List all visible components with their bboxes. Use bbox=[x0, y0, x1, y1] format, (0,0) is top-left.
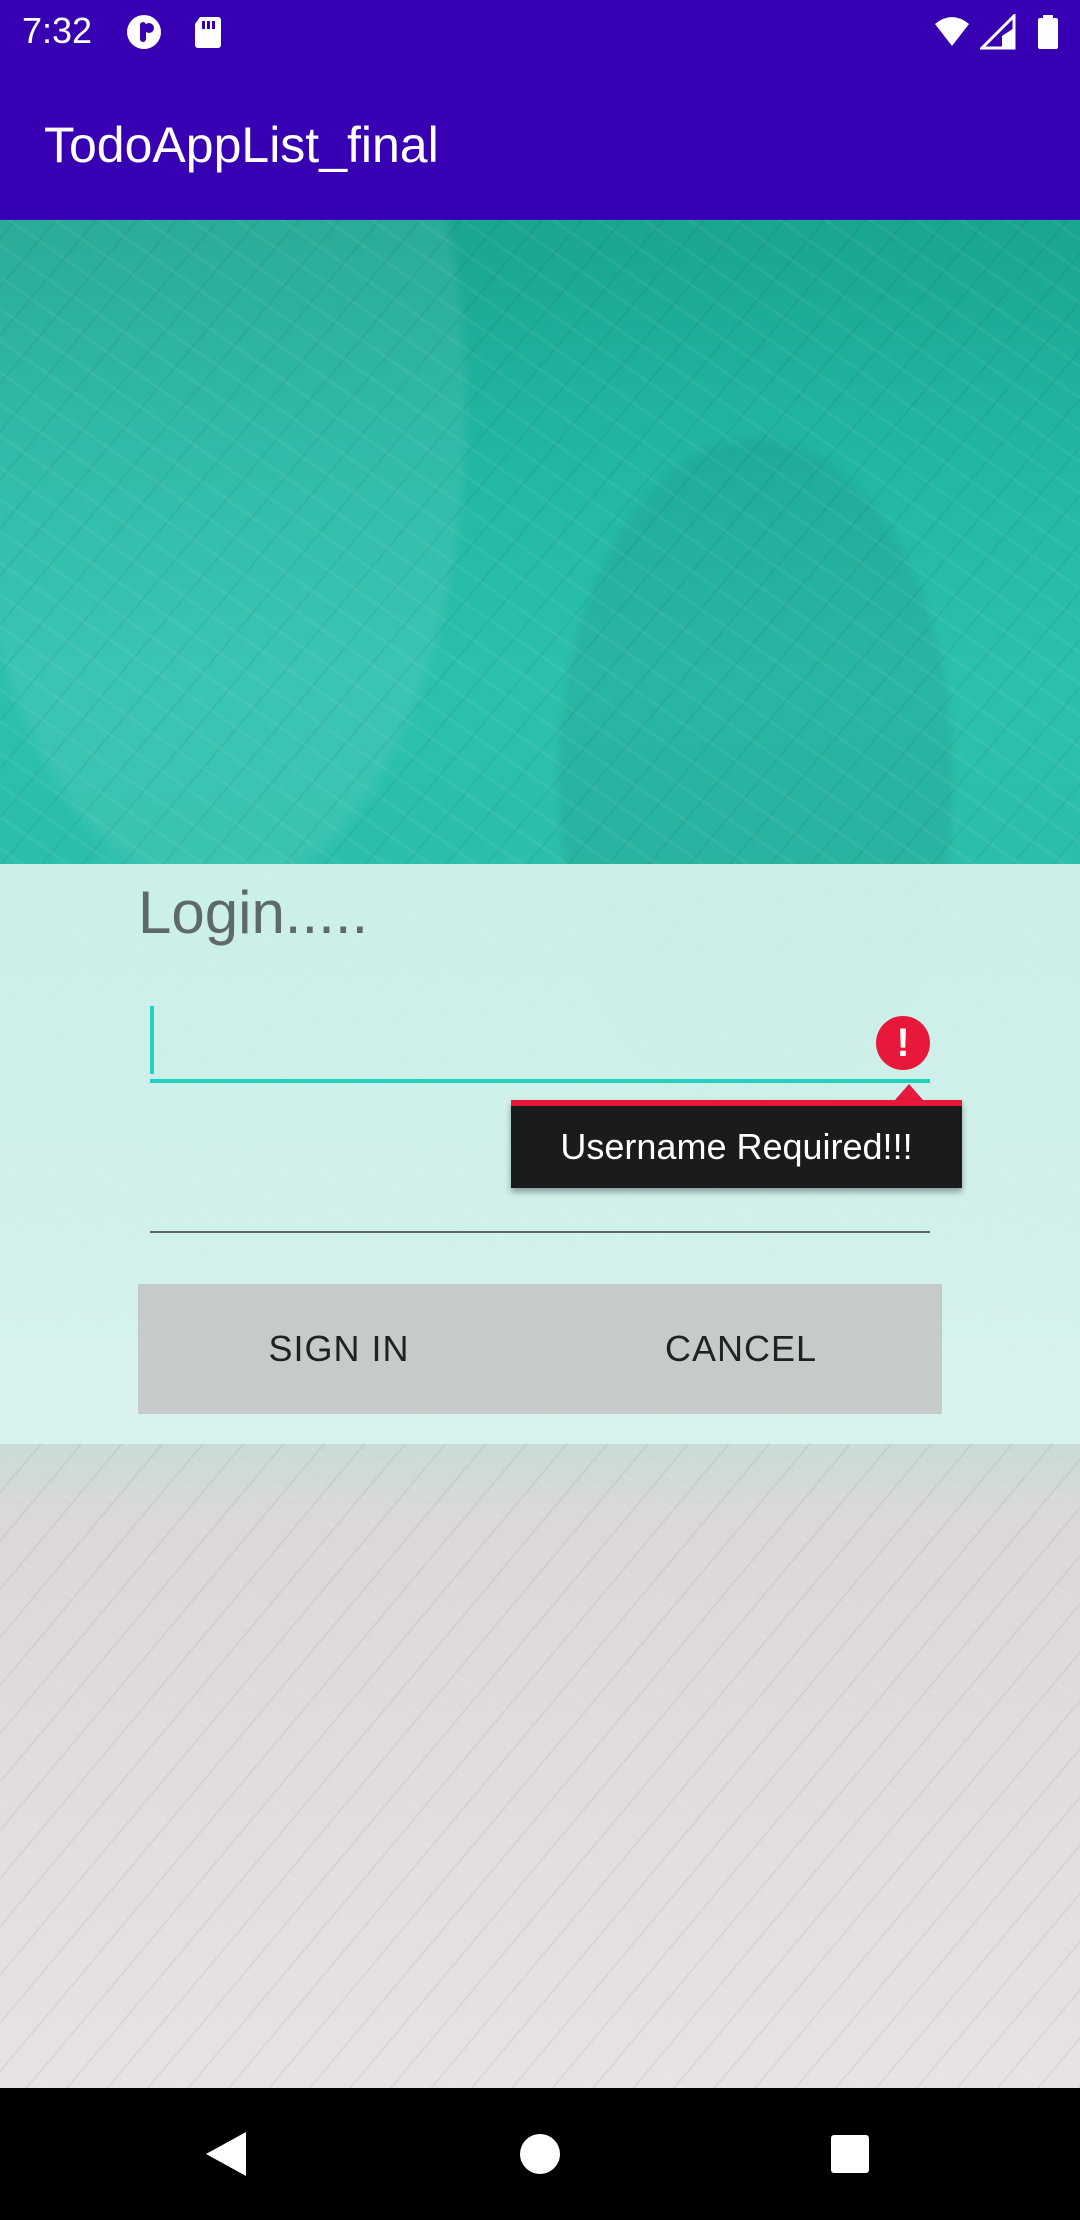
podcast-icon bbox=[127, 15, 161, 49]
login-title: Login..... bbox=[138, 879, 369, 946]
text-cursor bbox=[150, 1006, 154, 1074]
cancel-button[interactable]: CANCEL bbox=[540, 1284, 942, 1414]
back-icon[interactable] bbox=[196, 2124, 256, 2184]
status-bar: 7:32 bbox=[0, 0, 1080, 66]
recents-icon[interactable] bbox=[820, 2124, 880, 2184]
error-popup: Username Required!!! bbox=[511, 1100, 962, 1188]
button-bar: SIGN IN CANCEL bbox=[138, 1284, 942, 1414]
error-icon[interactable]: ! bbox=[876, 1016, 930, 1070]
app-title: TodoAppList_final bbox=[44, 117, 439, 173]
status-time: 7:32 bbox=[22, 10, 93, 51]
password-underline bbox=[150, 1231, 930, 1233]
sd-card-icon bbox=[195, 17, 221, 48]
username-underline bbox=[150, 1079, 930, 1083]
app-bar: TodoAppList_final bbox=[0, 66, 1080, 220]
error-popup-arrow bbox=[895, 1084, 923, 1100]
navigation-bar bbox=[0, 2088, 1080, 2220]
login-panel: Login..... ! Username Required!!! SIGN I… bbox=[0, 864, 1080, 1444]
battery-icon bbox=[1038, 15, 1058, 49]
sign-in-button[interactable]: SIGN IN bbox=[138, 1284, 540, 1414]
username-input[interactable] bbox=[150, 1004, 946, 1080]
wifi-icon bbox=[935, 17, 969, 46]
home-icon[interactable] bbox=[510, 2124, 570, 2184]
error-message: Username Required!!! bbox=[560, 1126, 913, 1167]
cellular-signal-icon bbox=[980, 14, 1016, 50]
